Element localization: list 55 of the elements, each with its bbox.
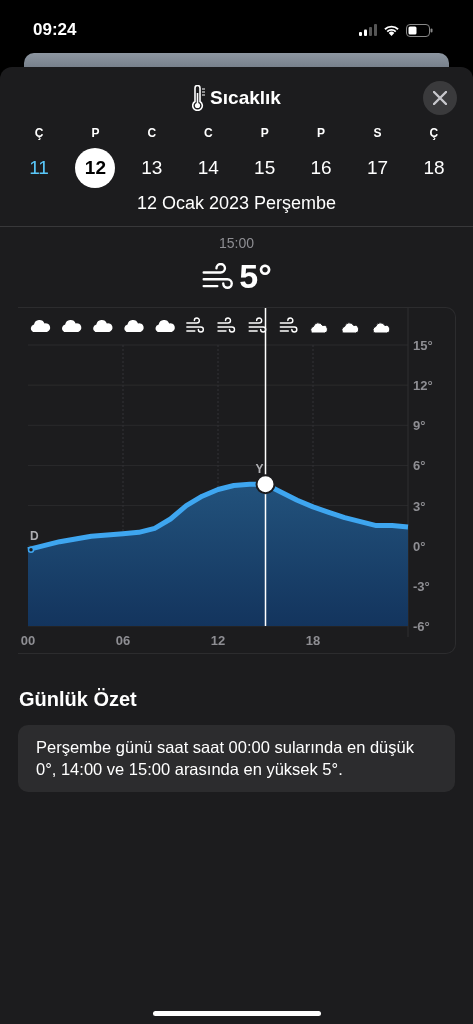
axis-label: 9° (413, 418, 426, 434)
battery-icon (406, 23, 433, 37)
temperature-value: 5° (239, 256, 272, 296)
low-label: D (30, 528, 39, 543)
close-button[interactable] (423, 81, 457, 115)
weekday-letter: C (203, 126, 213, 140)
wind-icon (202, 263, 234, 289)
signal-icon (359, 24, 377, 36)
weekday-letter: P (91, 126, 100, 140)
selected-point-marker[interactable] (255, 474, 276, 495)
wind-icon (279, 317, 298, 333)
weekday-letter: P (260, 126, 269, 140)
wind-icon (217, 317, 236, 333)
day-button[interactable]: 17 (357, 148, 398, 188)
cloud-icon (124, 320, 144, 332)
weekday-letter: Ç (34, 126, 44, 140)
high-label: Y (255, 462, 264, 477)
weekday-letter: S (373, 126, 382, 140)
close-icon (433, 91, 447, 105)
summary-text: Perşembe günü saat saat 00:00 sularında en düşük 0°, 14:00 ve 15:00 arasında en yüksek 5°. (18, 725, 455, 792)
day-button[interactable]: 18 (413, 148, 454, 188)
axis-label: 06 (115, 633, 131, 648)
weekday-letter: Ç (429, 126, 439, 140)
thermometer-icon (192, 85, 207, 111)
axis-label: 3° (413, 498, 426, 514)
axis-label: -3° (413, 578, 430, 594)
axis-label: 12 (210, 633, 226, 648)
cloud-icon (155, 320, 175, 332)
day-button[interactable]: 15 (244, 148, 285, 188)
axis-label: 12° (413, 378, 433, 394)
section-title: Günlük Özet (19, 688, 138, 711)
day-button[interactable]: 16 (301, 148, 342, 188)
wifi-icon (383, 24, 400, 36)
weekday-letter: C (147, 126, 157, 140)
axis-label: 6° (413, 458, 426, 474)
axis-label: -6° (413, 619, 430, 634)
axis-label: 00 (20, 633, 36, 648)
cloud-icon (30, 320, 51, 332)
axis-label: 0° (413, 538, 426, 554)
sheet-title: Sıcaklık (210, 87, 281, 109)
status-time: 09:24 (33, 20, 77, 40)
weekday-letter: P (317, 126, 326, 140)
axis-label: 15° (413, 338, 433, 353)
low-point-marker (27, 546, 35, 553)
cloud-icon (61, 320, 82, 332)
day-button[interactable]: 13 (131, 148, 172, 188)
day-button[interactable]: 11 (19, 148, 59, 188)
date-label: 12 Ocak 2023 Perşembe (135, 193, 338, 214)
wind-icon (186, 317, 205, 333)
wind-icon (248, 317, 267, 333)
cloud-icon (93, 320, 113, 332)
selected-time: 15:00 (217, 235, 255, 251)
day-button[interactable]: 12 (75, 148, 116, 188)
axis-label: 18 (305, 633, 321, 648)
day-button[interactable]: 14 (188, 148, 229, 188)
